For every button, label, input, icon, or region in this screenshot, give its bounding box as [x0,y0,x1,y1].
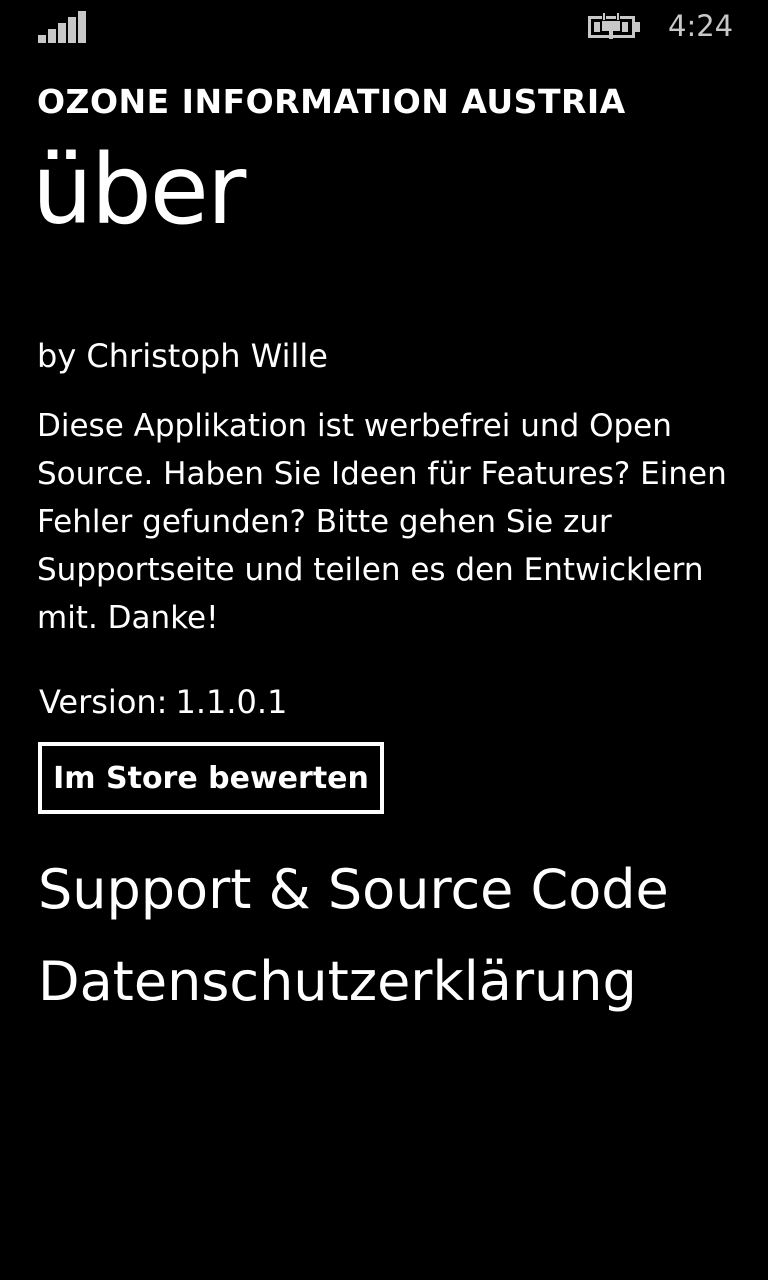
description-text: Diese Applikation ist werbefrei und Open… [37,408,727,636]
privacy-policy-link[interactable]: Datenschutzerklärung [38,948,637,1016]
status-time: 4:24 [668,9,734,43]
rate-in-store-button[interactable]: Im Store bewerten [38,742,384,814]
author-text: by Christoph Wille [37,337,328,375]
app-title: OZONE INFORMATION AUSTRIA [37,82,626,121]
version-label: Version: [39,683,168,721]
version-value: 1.1.0.1 [175,683,288,721]
support-source-code-link[interactable]: Support & Source Code [38,856,669,924]
version-info: Version: 1.1.0.1 [39,682,287,722]
status-bar: 4:24 [0,0,768,56]
page-title: über [32,134,246,246]
battery-charging-icon [588,12,642,42]
signal-strength-icon [38,11,88,43]
